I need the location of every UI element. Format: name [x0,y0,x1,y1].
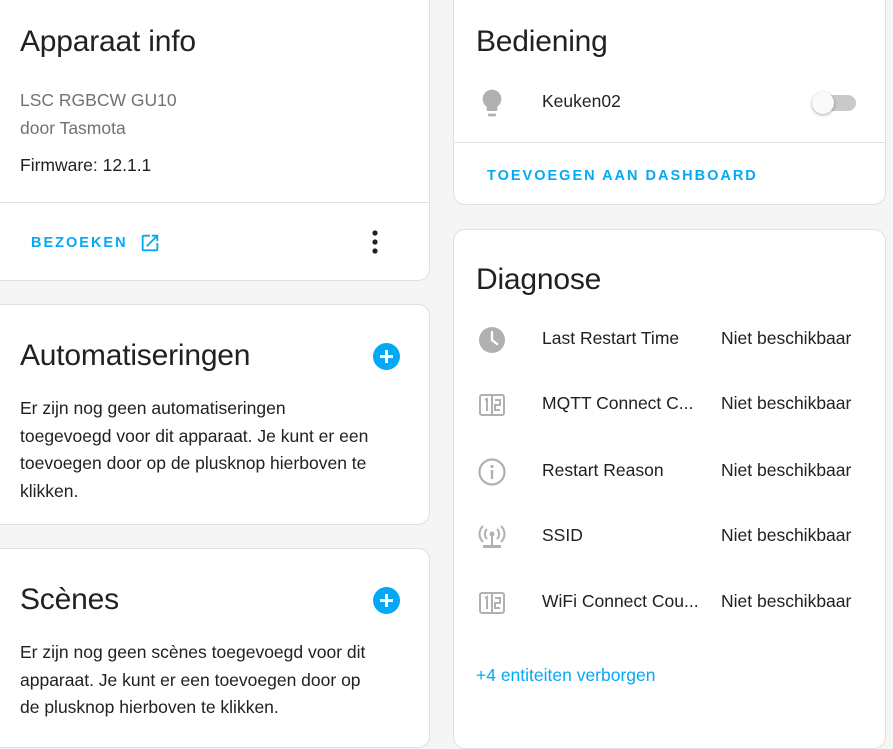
diagnostics-title: Diagnose [476,263,602,296]
information-outline-icon [476,456,508,488]
entity-state: Niet beschikbaar [721,460,852,480]
automations-text-line: klikken. [20,480,79,501]
entity-name: Restart Reason [542,460,664,480]
scenes-text-line: de plusknop hierboven te klikken. [20,697,279,717]
add-automation-button[interactable] [373,343,400,370]
add-scene-button[interactable] [373,587,400,614]
lightbulb-icon [476,87,508,119]
entity-name: MQTT Connect C... [542,393,694,413]
visit-label: BEZOEKEN [31,235,128,251]
controls-card: Bediening Keuken02 TOEVOEGEN AAN DASHBOA… [453,0,886,205]
scenes-card: Scènes Er zijn nog geen scènes toegevoeg… [0,548,430,748]
device-info-card: Apparaat info LSC RGBCW GU10 door Tasmot… [0,0,430,281]
device-manufacturer: door Tasmota [20,118,126,138]
scenes-text-line: apparaat. Je kunt er een toevoegen door … [20,669,361,690]
automations-text-line: Er zijn nog geen automatiseringen [20,398,286,418]
dots-vertical-icon [372,230,378,254]
clock-icon [476,324,508,356]
automations-title: Automatiseringen [20,339,251,372]
entity-state: Niet beschikbaar [721,525,852,545]
entity-name: SSID [542,525,583,545]
add-to-dashboard-button[interactable]: TOEVOEGEN AAN DASHBOARD [487,168,758,184]
hidden-entities-link[interactable]: +4 entiteiten verborgen [476,665,656,686]
device-info-divider [0,202,429,203]
counter-icon [476,389,508,421]
automations-text-line: toevoegen door op de plusknop hierboven … [20,453,367,473]
entity-state: Niet beschikbaar [721,328,852,348]
entity-row-last-restart-time[interactable]: Last Restart Time Niet beschikbaar [454,320,885,360]
open-in-new-icon [139,232,161,254]
entity-state: Niet beschikbaar [721,393,852,413]
toggle-thumb [812,92,834,114]
entity-row-ssid[interactable]: SSID Niet beschikbaar [454,517,885,557]
entity-row-wifi-connect-count[interactable]: WiFi Connect Cou... Niet beschikbaar [454,583,885,623]
light-toggle[interactable] [812,91,860,115]
device-info-title: Apparaat info [20,25,196,58]
entity-name: Keuken02 [542,91,621,111]
more-options-button[interactable] [361,227,389,257]
entity-row-keuken02[interactable]: Keuken02 [454,83,885,123]
scenes-title: Scènes [20,583,119,616]
entity-row-restart-reason[interactable]: Restart Reason Niet beschikbaar [454,452,885,492]
automations-text-line: toegevoegd voor dit apparaat. Je kunt er… [20,425,369,446]
automations-card: Automatiseringen Er zijn nog geen automa… [0,304,430,525]
entity-state: Niet beschikbaar [721,591,852,611]
diagnostics-card: Diagnose Last Restart Time Niet beschikb… [453,229,886,749]
scenes-text-line: Er zijn nog geen scènes toegevoegd voor … [20,642,366,662]
visit-button[interactable]: BEZOEKEN [31,231,171,255]
access-point-network-icon [476,521,508,553]
device-model: LSC RGBCW GU10 [20,90,177,110]
entity-name: Last Restart Time [542,328,680,348]
controls-title: Bediening [476,25,608,58]
counter-icon [476,587,508,619]
entity-row-mqtt-connect-count[interactable]: MQTT Connect C... Niet beschikbaar [454,385,885,425]
device-firmware: Firmware: 12.1.1 [20,155,152,175]
controls-divider [454,142,885,143]
entity-name: WiFi Connect Cou... [542,591,699,611]
